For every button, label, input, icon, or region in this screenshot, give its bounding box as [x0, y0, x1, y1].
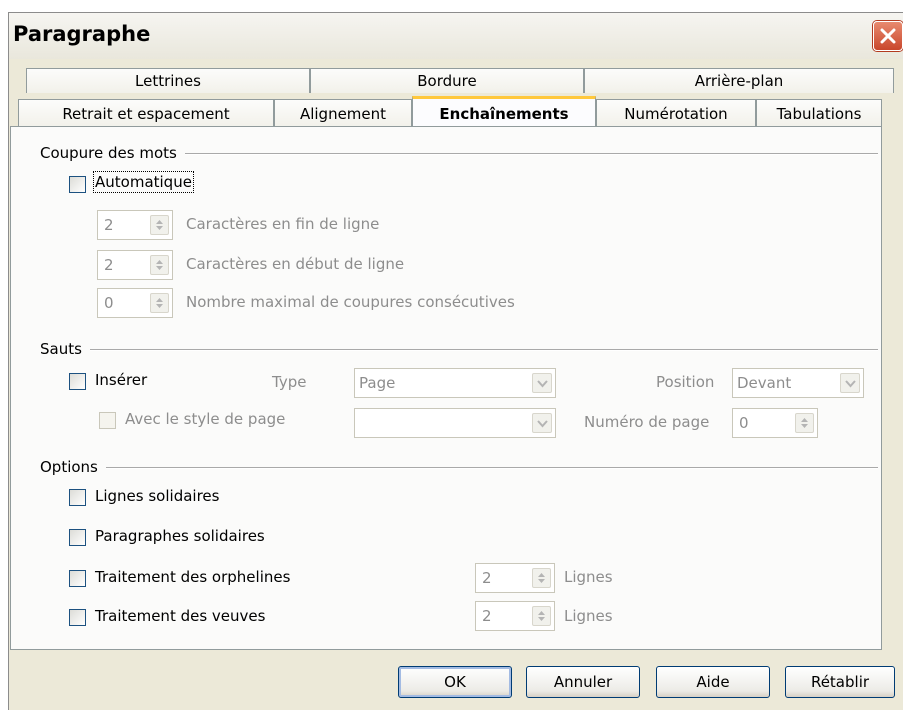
- reset-button[interactable]: Rétablir: [785, 666, 895, 698]
- widow-unit: Lignes: [564, 607, 613, 625]
- type-label: Type: [272, 373, 307, 391]
- chars-start-value: 2: [104, 256, 114, 274]
- widow-label[interactable]: Traitement des veuves: [95, 607, 265, 625]
- tab-tabulations[interactable]: Tabulations: [756, 99, 882, 127]
- orphan-checkbox[interactable]: [69, 570, 86, 587]
- orphan-spinner[interactable]: 2: [475, 563, 555, 593]
- chars-end-spinner[interactable]: 2: [97, 210, 173, 240]
- insert-checkbox[interactable]: [69, 373, 86, 390]
- position-label: Position: [656, 373, 715, 391]
- title-bar[interactable]: Paragraphe: [9, 13, 903, 59]
- keep-paragraphs-checkbox[interactable]: [69, 529, 86, 546]
- chars-start-spinner[interactable]: 2: [97, 250, 173, 280]
- chars-start-label: Caractères en début de ligne: [186, 255, 405, 273]
- spin-arrows-icon[interactable]: [532, 606, 551, 626]
- type-select[interactable]: Page: [354, 368, 556, 398]
- tab-bordure[interactable]: Bordure: [310, 68, 584, 93]
- section-divider: [40, 349, 878, 351]
- position-select[interactable]: Devant: [732, 368, 864, 398]
- automatic-checkbox[interactable]: [69, 176, 86, 193]
- ok-button[interactable]: OK: [398, 666, 512, 698]
- cancel-button[interactable]: Annuler: [526, 666, 640, 698]
- tab-numerotation[interactable]: Numérotation: [596, 99, 756, 127]
- max-consecutive-spinner[interactable]: 0: [97, 288, 173, 318]
- orphan-value: 2: [482, 569, 492, 587]
- widow-value: 2: [482, 607, 492, 625]
- chevron-down-icon[interactable]: [840, 373, 860, 393]
- close-icon: [880, 28, 896, 44]
- type-value: Page: [359, 374, 396, 392]
- section-breaks: Sauts: [40, 340, 90, 358]
- tab-lettrines[interactable]: Lettrines: [26, 68, 310, 93]
- spin-arrows-icon[interactable]: [795, 413, 814, 433]
- with-page-style-label: Avec le style de page: [125, 410, 286, 428]
- dialog-title: Paragraphe: [13, 22, 151, 46]
- orphan-unit: Lignes: [564, 568, 613, 586]
- tab-arriere-plan[interactable]: Arrière-plan: [584, 68, 894, 93]
- close-button[interactable]: [873, 21, 903, 51]
- tab-alignement[interactable]: Alignement: [274, 99, 412, 127]
- page-style-select[interactable]: [354, 408, 556, 438]
- chars-end-label: Caractères en fin de ligne: [186, 215, 380, 233]
- keep-lines-label[interactable]: Lignes solidaires: [95, 487, 219, 505]
- spin-arrows-icon[interactable]: [150, 215, 169, 235]
- page-number-value: 0: [739, 414, 749, 432]
- chevron-down-icon[interactable]: [532, 373, 552, 393]
- keep-paragraphs-label[interactable]: Paragraphes solidaires: [95, 527, 265, 545]
- page-number-label: Numéro de page: [584, 413, 710, 431]
- tab-retrait-espacement[interactable]: Retrait et espacement: [18, 99, 274, 127]
- page-number-spinner[interactable]: 0: [732, 408, 818, 438]
- spin-arrows-icon[interactable]: [150, 255, 169, 275]
- section-hyphenation: Coupure des mots: [40, 144, 185, 162]
- section-divider: [40, 467, 878, 469]
- max-consecutive-label: Nombre maximal de coupures consécutives: [186, 293, 515, 311]
- keep-lines-checkbox[interactable]: [69, 489, 86, 506]
- widow-checkbox[interactable]: [69, 609, 86, 626]
- chars-end-value: 2: [104, 216, 114, 234]
- max-consecutive-value: 0: [104, 294, 114, 312]
- position-value: Devant: [737, 374, 792, 392]
- orphan-label[interactable]: Traitement des orphelines: [95, 568, 290, 586]
- automatic-label[interactable]: Automatique: [93, 171, 194, 193]
- section-options: Options: [40, 458, 106, 476]
- help-button[interactable]: Aide: [656, 666, 770, 698]
- chevron-down-icon[interactable]: [532, 413, 552, 433]
- spin-arrows-icon[interactable]: [532, 568, 551, 588]
- spin-arrows-icon[interactable]: [150, 293, 169, 313]
- tab-enchainements[interactable]: Enchaînements: [412, 96, 596, 126]
- insert-label[interactable]: Insérer: [95, 371, 147, 389]
- widow-spinner[interactable]: 2: [475, 601, 555, 631]
- with-page-style-checkbox[interactable]: [99, 412, 116, 429]
